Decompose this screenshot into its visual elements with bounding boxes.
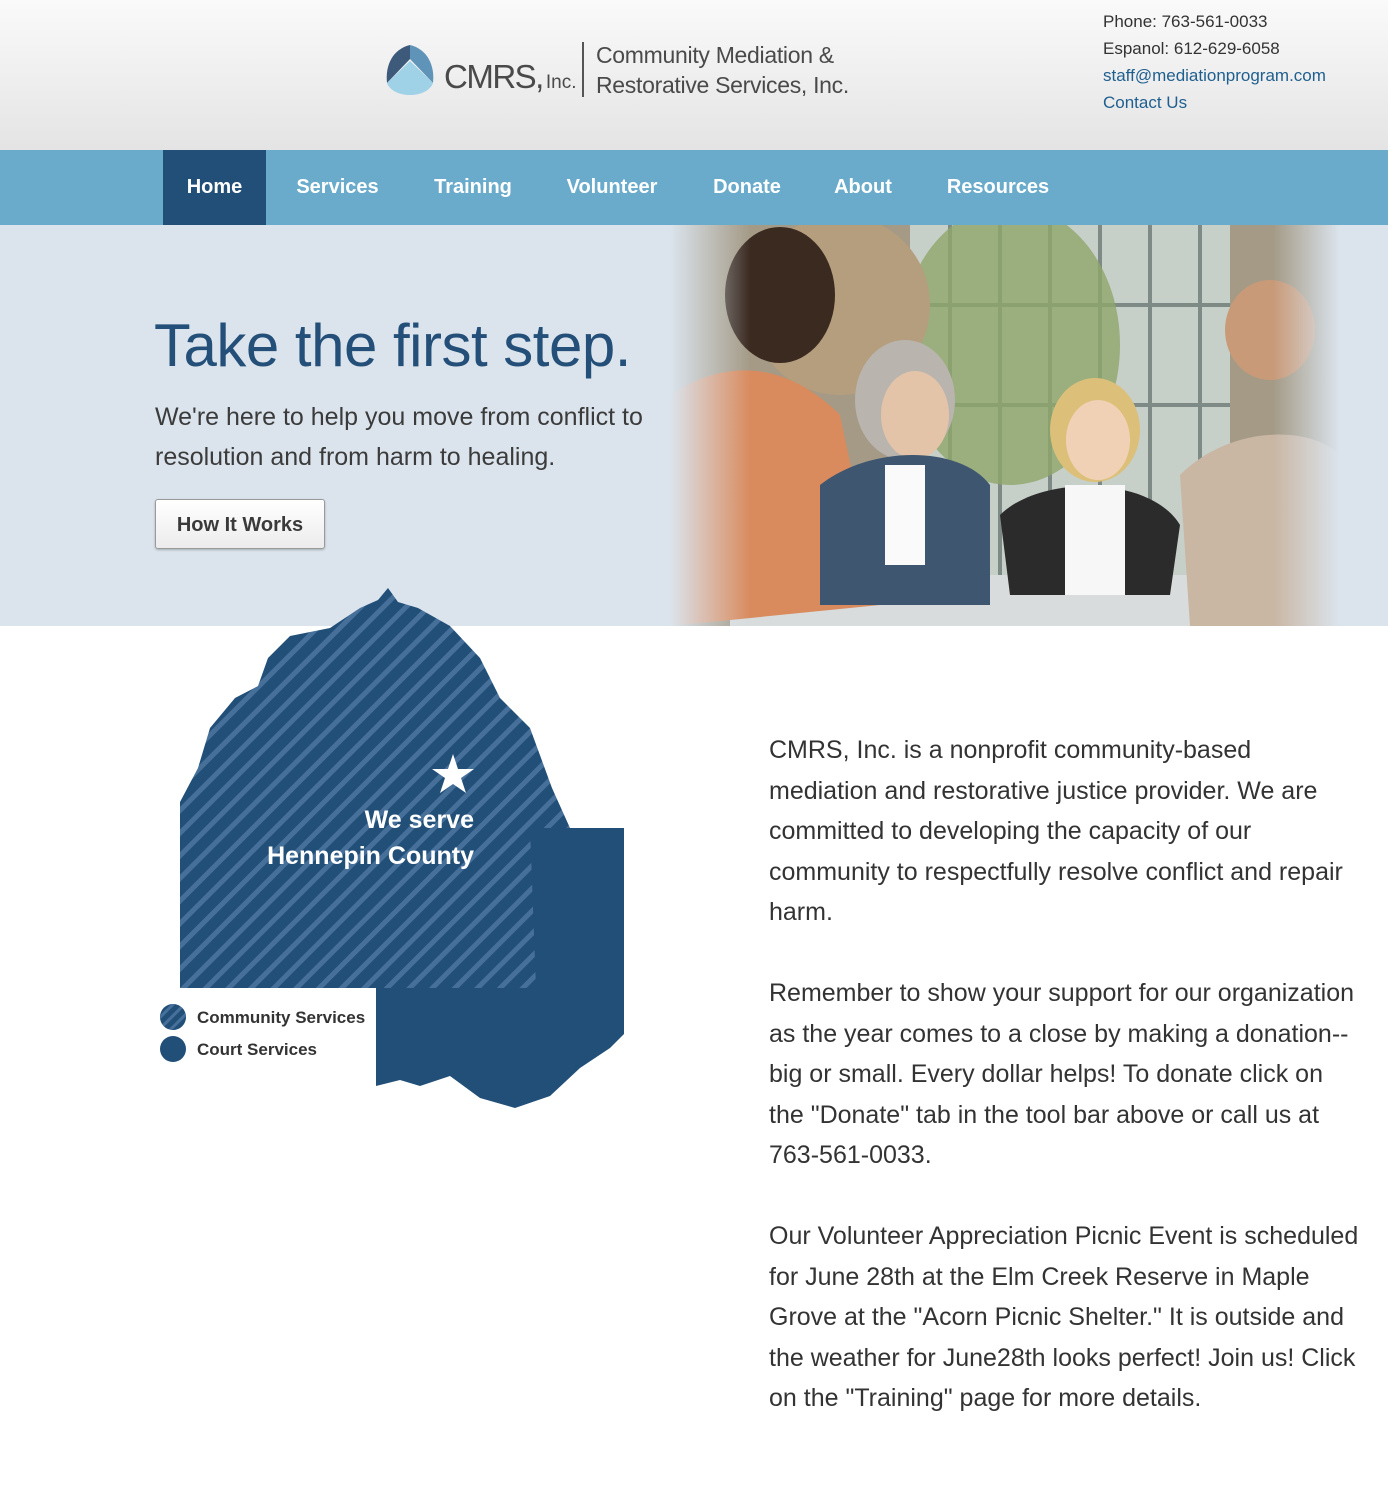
hero-title: Take the first step.	[154, 312, 631, 379]
site-logo[interactable]: CMRS, Inc. Community Mediation & Restorat…	[383, 40, 863, 104]
legend-community-services: Community Services	[197, 1008, 366, 1027]
contact-info: Phone: 763-561-0033 Espanol: 612-629-605…	[1103, 8, 1326, 116]
intro-paragraph: CMRS, Inc. is a nonprofit community-base…	[769, 736, 1343, 926]
hero-subtitle: We're here to help you move from conflic…	[155, 403, 643, 471]
main-content: CMRS, Inc. is a nonprofit community-base…	[769, 730, 1359, 1459]
community-services-legend-icon	[160, 1004, 186, 1030]
map-label-line2: Hennepin County	[267, 842, 474, 870]
logo-mark-icon	[386, 45, 434, 95]
map-label-line1: We serve	[364, 806, 474, 834]
nav-item-services[interactable]: Services	[280, 150, 395, 225]
how-it-works-button[interactable]: How It Works	[155, 499, 325, 549]
nav-item-resources[interactable]: Resources	[930, 150, 1066, 225]
logo-full-name: Community Mediation & Restorative Servic…	[596, 42, 849, 98]
legend-court-services: Court Services	[197, 1040, 317, 1059]
nav-item-donate[interactable]: Donate	[698, 150, 796, 225]
logo-divider	[582, 42, 584, 97]
espanol-phone-number: Espanol: 612-629-6058	[1103, 39, 1280, 58]
site-header: CMRS, Inc. Community Mediation & Restorat…	[0, 0, 1388, 150]
nav-item-volunteer[interactable]: Volunteer	[552, 150, 672, 225]
nav-item-home[interactable]: Home	[163, 150, 266, 225]
contact-us-link[interactable]: Contact Us	[1103, 89, 1326, 116]
nav-item-training[interactable]: Training	[418, 150, 528, 225]
email-link[interactable]: staff@mediationprogram.com	[1103, 62, 1326, 89]
donation-paragraph: Remember to show your support for our or…	[769, 979, 1355, 1169]
nav-item-about[interactable]: About	[820, 150, 906, 225]
court-services-legend-icon	[160, 1036, 186, 1062]
hero-banner: Take the first step. We're here to help …	[0, 225, 1388, 626]
hennepin-county-map: We serve Hennepin County Community Servi…	[150, 588, 640, 1118]
main-nav: Home Services Training Volunteer Donate …	[0, 150, 1388, 225]
logo-short-name: CMRS, Inc.	[444, 58, 577, 95]
hero-photo	[670, 225, 1340, 626]
phone-number: Phone: 763-561-0033	[1103, 12, 1268, 31]
picnic-paragraph: Our Volunteer Appreciation Picnic Event …	[769, 1222, 1359, 1412]
